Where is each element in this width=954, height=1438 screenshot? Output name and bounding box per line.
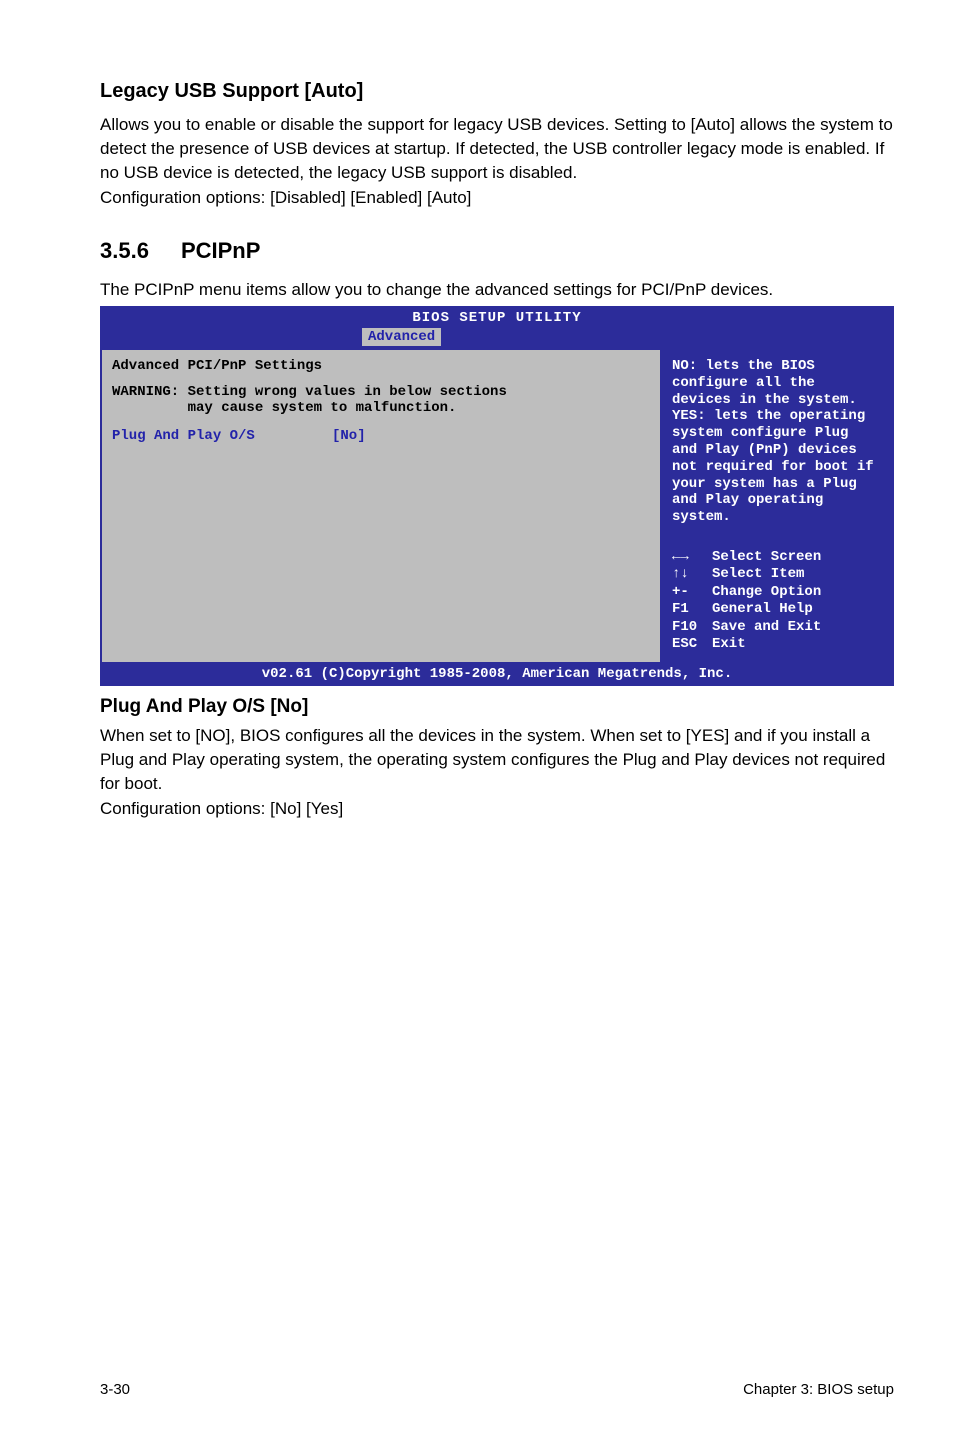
plug-and-play-options: Configuration options: [No] [Yes]	[100, 797, 894, 821]
key-arrows-ud-icon: ↑↓	[672, 566, 712, 584]
bios-right-pane: NO: lets the BIOS configure all the devi…	[662, 350, 892, 662]
bios-warning-text: WARNING: Setting wrong values in below s…	[112, 384, 650, 416]
subsection-number: 3.5.6	[100, 238, 149, 264]
key-f1: F1	[672, 601, 712, 619]
bios-left-pane: Advanced PCI/PnP Settings WARNING: Setti…	[102, 350, 662, 662]
page-number: 3-30	[100, 1381, 130, 1398]
bios-setting-row: Plug And Play O/S [No]	[112, 428, 650, 444]
plug-and-play-para: When set to [NO], BIOS configures all th…	[100, 724, 894, 795]
subsection-intro: The PCIPnP menu items allow you to chang…	[100, 278, 894, 302]
chapter-label: Chapter 3: BIOS setup	[743, 1381, 894, 1398]
bios-help-text: NO: lets the BIOS configure all the devi…	[672, 358, 882, 549]
key-select-screen-label: Select Screen	[712, 549, 821, 567]
key-esc: ESC	[672, 636, 712, 654]
bios-setting-value: [No]	[332, 428, 366, 444]
subsection-title: PCIPnP	[181, 238, 260, 264]
key-select-item-label: Select Item	[712, 566, 804, 584]
bios-screenshot: BIOS SETUP UTILITY Advanced Advanced PCI…	[100, 306, 894, 686]
key-f10: F10	[672, 619, 712, 637]
plug-and-play-heading: Plug And Play O/S [No]	[100, 696, 894, 718]
bios-left-header: Advanced PCI/PnP Settings	[112, 358, 650, 374]
legacy-usb-heading: Legacy USB Support [Auto]	[100, 80, 894, 103]
bios-window-title: BIOS SETUP UTILITY	[100, 306, 894, 328]
key-arrows-lr-icon: ←→	[672, 549, 712, 567]
key-esc-label: Exit	[712, 636, 746, 654]
legacy-usb-para: Allows you to enable or disable the supp…	[100, 113, 894, 184]
key-change-option-label: Change Option	[712, 584, 821, 602]
legacy-usb-options: Configuration options: [Disabled] [Enabl…	[100, 186, 894, 210]
page-footer: 3-30 Chapter 3: BIOS setup	[100, 1351, 894, 1398]
key-f10-label: Save and Exit	[712, 619, 821, 637]
bios-tab-bar: Advanced	[100, 328, 894, 348]
bios-footer: v02.61 (C)Copyright 1985-2008, American …	[100, 664, 894, 686]
key-plusminus-icon: +-	[672, 584, 712, 602]
bios-tab-advanced: Advanced	[362, 328, 441, 346]
bios-setting-label: Plug And Play O/S	[112, 428, 332, 444]
key-f1-label: General Help	[712, 601, 813, 619]
bios-key-legend: ←→Select Screen ↑↓Select Item +- Change …	[672, 549, 882, 654]
